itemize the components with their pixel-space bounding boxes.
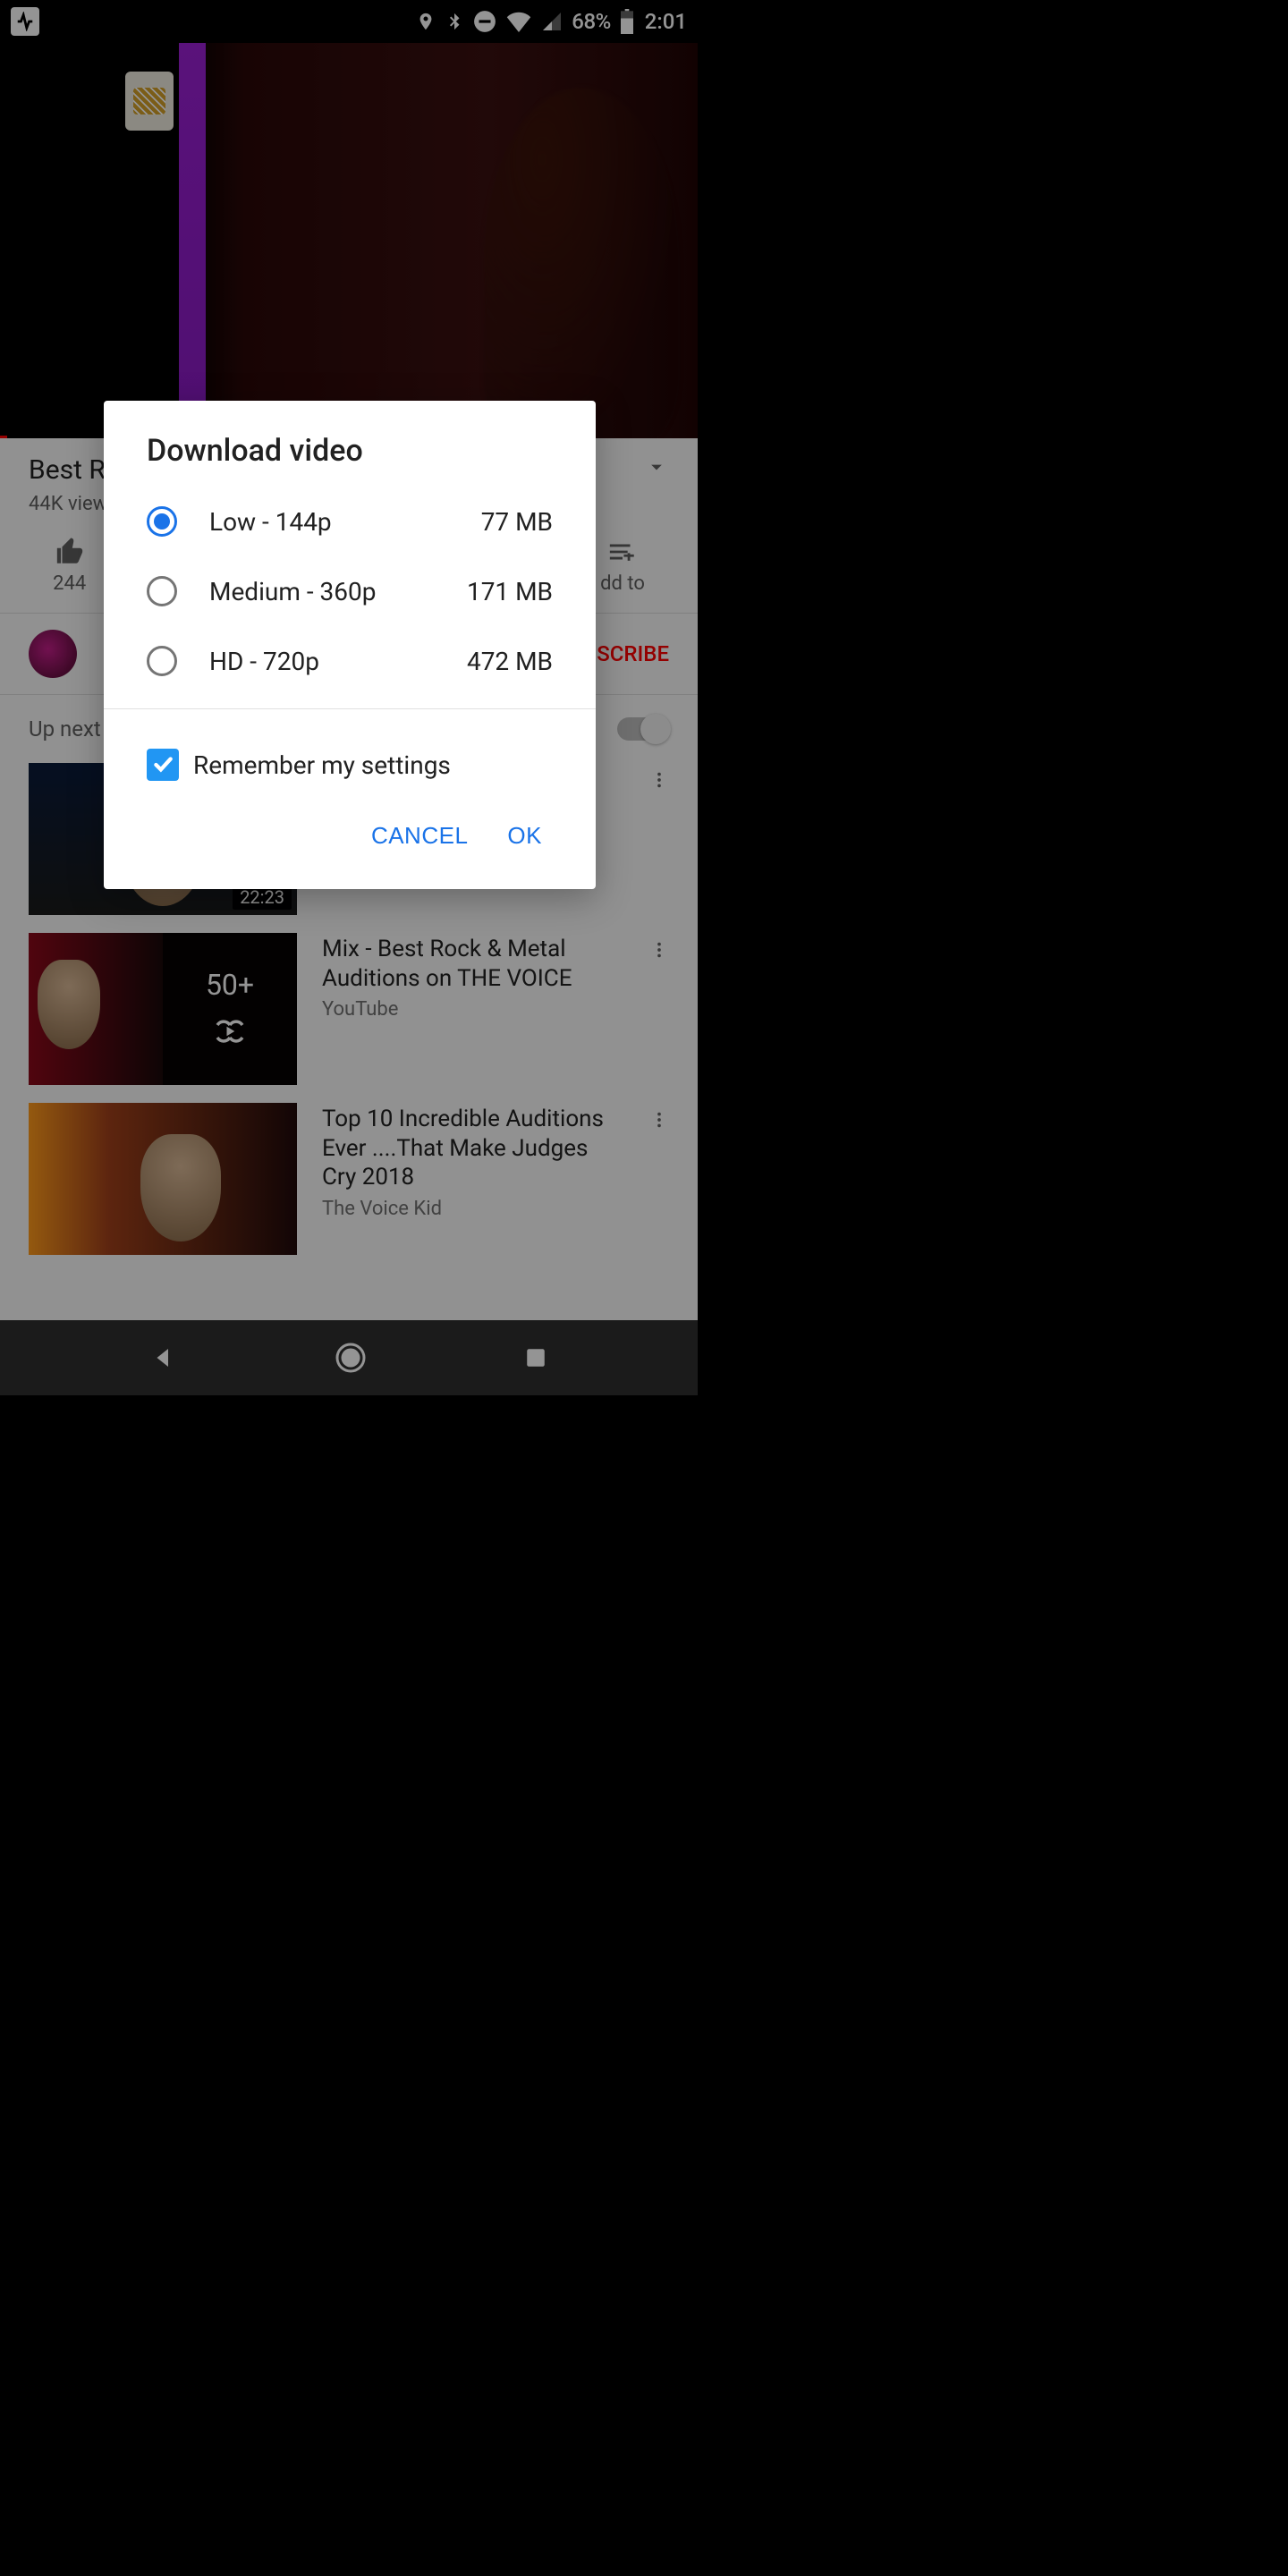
radio-unselected-icon[interactable] [147, 646, 177, 676]
quality-size: 171 MB [467, 577, 553, 606]
quality-option-medium[interactable]: Medium - 360p 171 MB [104, 556, 596, 626]
radio-unselected-icon[interactable] [147, 576, 177, 606]
quality-option-hd[interactable]: HD - 720p 472 MB [104, 626, 596, 696]
quality-size: 472 MB [467, 647, 553, 676]
checkbox-checked-icon[interactable] [147, 749, 179, 781]
remember-settings-row[interactable]: Remember my settings [104, 709, 596, 790]
cancel-button[interactable]: CANCEL [371, 822, 468, 850]
ok-button[interactable]: OK [507, 822, 542, 850]
dialog-actions: CANCEL OK [104, 790, 596, 889]
quality-label: Medium - 360p [209, 577, 435, 606]
download-video-dialog: Download video Low - 144p 77 MB Medium -… [104, 401, 596, 889]
remember-label: Remember my settings [193, 750, 451, 780]
dialog-title: Download video [104, 401, 596, 487]
radio-selected-icon[interactable] [147, 506, 177, 537]
quality-option-low[interactable]: Low - 144p 77 MB [104, 487, 596, 556]
quality-label: Low - 144p [209, 507, 449, 537]
quality-label: HD - 720p [209, 647, 435, 676]
quality-size: 77 MB [481, 507, 553, 537]
